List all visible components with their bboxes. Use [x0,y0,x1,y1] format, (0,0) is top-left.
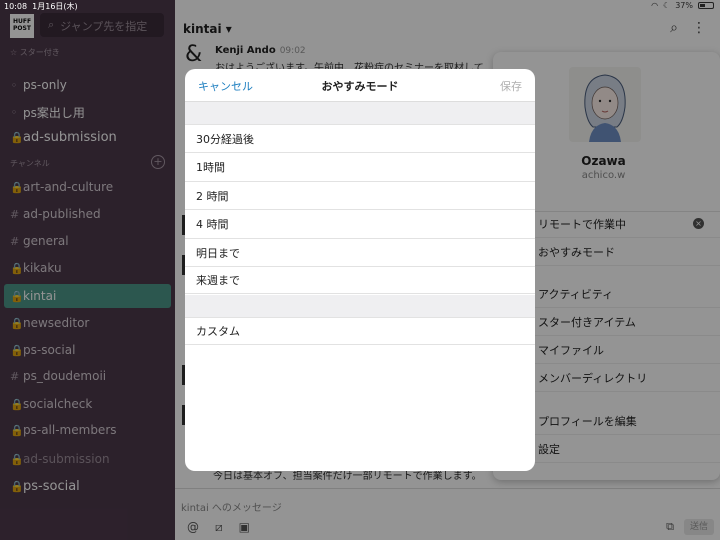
dnd-option-4h[interactable]: 4 時間 [185,209,535,237]
dnd-moon-icon: ☾ [663,1,671,10]
battery-icon [698,2,714,9]
dnd-option-1h[interactable]: 1時間 [185,152,535,180]
wifi-icon: ◠ [651,1,659,10]
status-bar: 10:08 1月16日(木) ◠ ☾ 37% [0,0,720,12]
status-indicators: ◠ ☾ 37% [651,1,714,10]
clock: 10:08 [4,2,28,11]
modal-header: キャンセル おやすみモード 保存 [185,69,535,102]
dnd-option-custom[interactable]: カスタム [185,317,535,345]
save-button[interactable]: 保存 [500,78,522,94]
date: 1月16日(木) [32,2,78,11]
dnd-option-30min[interactable]: 30分経過後 [185,124,535,152]
dnd-option-next-week[interactable]: 来週まで [185,266,535,294]
dnd-option-tomorrow[interactable]: 明日まで [185,238,535,266]
section-spacer [185,102,535,124]
dnd-modal: キャンセル おやすみモード 保存 30分経過後 1時間 2 時間 4 時間 明日… [185,69,535,471]
cancel-button[interactable]: キャンセル [198,78,253,94]
status-time: 10:08 1月16日(木) [4,1,78,12]
battery-percent: 37% [675,1,693,10]
section-spacer [185,295,535,317]
dnd-option-2h[interactable]: 2 時間 [185,181,535,209]
